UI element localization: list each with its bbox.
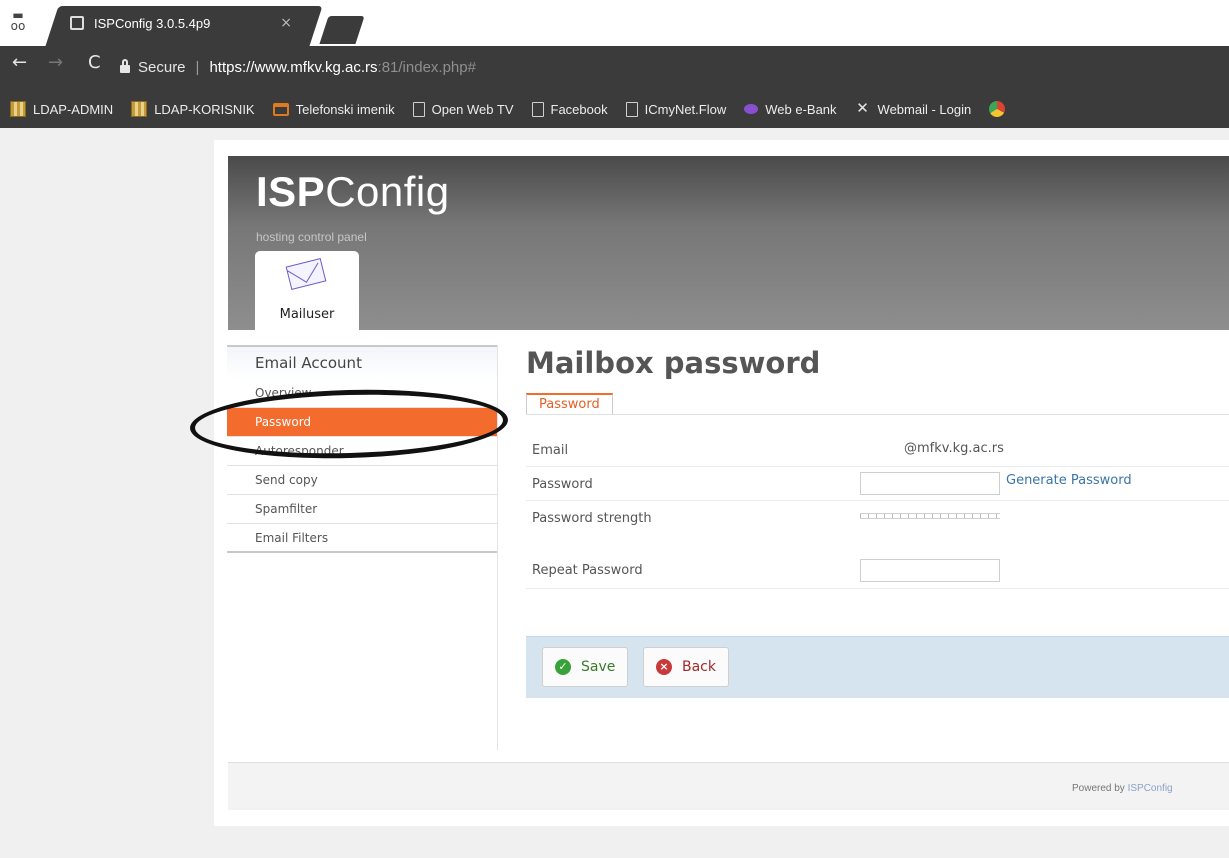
password-row: Password Generate Password <box>526 467 1229 501</box>
bookmark-ldap-admin[interactable]: LDAP-ADMIN <box>10 101 113 117</box>
ispconfig-footer-link[interactable]: ISPConfig <box>1128 783 1173 794</box>
generate-password-link[interactable]: Generate Password <box>1006 473 1132 488</box>
bookmark-webmail-login[interactable]: ✕ Webmail - Login <box>855 100 972 117</box>
repeat-password-row: Repeat Password <box>526 553 1229 589</box>
back-button[interactable]: × Back <box>643 647 729 687</box>
password-strength-meter <box>860 513 1000 519</box>
secure-label: Secure <box>138 58 186 76</box>
bookmark-web-e-bank[interactable]: Web e-Bank <box>744 101 837 117</box>
sidebar-item-spamfilter[interactable]: Spamfilter <box>227 495 498 524</box>
chrome-icon <box>989 101 1006 117</box>
bookmark-label: Web e-Bank <box>765 101 837 117</box>
tab-password[interactable]: Password <box>526 393 613 414</box>
grid-favicon-icon <box>131 101 148 117</box>
tab-close-icon[interactable]: × <box>280 15 292 31</box>
bookmark-label: LDAP-ADMIN <box>33 101 114 117</box>
forward-arrow-icon[interactable]: → <box>48 52 63 73</box>
browser-tab-content[interactable]: ISPConfig 3.0.5.4p9 × <box>66 10 306 36</box>
form-button-bar <box>526 636 1229 698</box>
email-row: Email @mfkv.kg.ac.rs <box>526 435 1229 467</box>
cancel-icon: × <box>656 659 672 675</box>
header-tagline: hosting control panel <box>256 230 367 244</box>
sidebar-item-email-filters[interactable]: Email Filters <box>227 524 498 553</box>
bank-icon <box>744 104 759 114</box>
folder-icon <box>272 102 289 116</box>
page-icon <box>412 101 425 117</box>
url-path[interactable]: :81/index.php# <box>378 59 476 76</box>
email-label: Email <box>532 443 569 458</box>
bookmark-label: Webmail - Login <box>877 101 972 117</box>
bookmark-open-web-tv[interactable]: Open Web TV <box>412 101 514 117</box>
bookmark-label: ICmyNet.Flow <box>644 101 727 117</box>
address-separator: | <box>195 58 200 76</box>
bookmark-label: Open Web TV <box>431 101 514 117</box>
bookmarks-bar: LDAP-ADMIN LDAP-KORISNIK Telefonski imen… <box>0 90 1229 128</box>
repeat-password-field[interactable] <box>860 559 1000 582</box>
bookmark-label: Telefonski imenik <box>295 101 395 117</box>
url-host[interactable]: https://www.mfkv.kg.ac.rs <box>209 59 377 76</box>
repeat-password-label: Repeat Password <box>532 563 643 578</box>
bookmark-icmynet-flow[interactable]: ICmyNet.Flow <box>625 101 727 117</box>
bookmark-telefonski-imenik[interactable]: Telefonski imenik <box>272 101 395 117</box>
bookmark-facebook[interactable]: Facebook <box>531 101 608 117</box>
sidebar-divider <box>497 345 498 750</box>
password-strength-label: Password strength <box>532 511 652 526</box>
password-strength-row: Password strength <box>526 501 1229 545</box>
reload-icon[interactable]: C <box>88 52 101 73</box>
module-tab-label[interactable]: Mailuser <box>255 307 359 322</box>
email-value: @mfkv.kg.ac.rs <box>904 441 1004 456</box>
powered-by-text: Powered by ISPConfig <box>1072 783 1173 794</box>
tools-icon: ✕ <box>856 100 869 117</box>
password-field[interactable] <box>860 472 1000 495</box>
back-arrow-icon[interactable]: ← <box>12 52 27 73</box>
ispconfig-logo: ISPConfig <box>256 168 450 215</box>
tab-underline <box>526 414 1229 415</box>
browser-tab-title[interactable]: ISPConfig 3.0.5.4p9 <box>94 16 280 31</box>
incognito-icon: ▬ oo <box>10 8 26 33</box>
lock-icon <box>120 59 130 73</box>
bookmark-truncated[interactable] <box>989 101 1012 117</box>
sidebar-item-send-copy[interactable]: Send copy <box>227 466 498 495</box>
bookmark-ldap-korisnik[interactable]: LDAP-KORISNIK <box>131 101 255 117</box>
page-title: Mailbox password <box>526 346 821 380</box>
bookmark-label: LDAP-KORISNIK <box>154 101 255 117</box>
grid-favicon-icon <box>10 101 26 117</box>
page-icon <box>531 101 544 117</box>
bookmark-label: Facebook <box>550 101 608 117</box>
checkmark-icon: ✓ <box>555 659 571 675</box>
password-label: Password <box>532 477 593 492</box>
page-favicon-icon <box>70 16 84 30</box>
back-button-label: Back <box>682 659 716 675</box>
sidebar-heading: Email Account <box>227 345 498 379</box>
save-button-label: Save <box>581 659 616 675</box>
address-bar[interactable]: Secure | https://www.mfkv.kg.ac.rs :81/i… <box>120 52 476 82</box>
page-icon <box>625 101 638 117</box>
save-button[interactable]: ✓ Save <box>542 647 629 687</box>
